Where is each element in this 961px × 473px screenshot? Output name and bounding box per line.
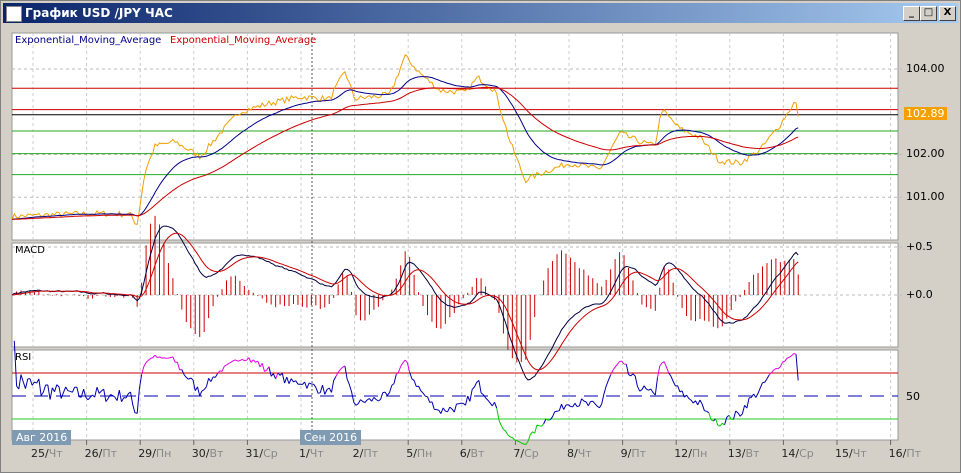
x-tick-label: 6/Вт — [459, 447, 485, 460]
price-tick-101: 101.00 — [906, 190, 945, 203]
x-tick-label: 26/Пт — [84, 447, 117, 460]
x-tick-label: 16/Пт — [888, 447, 921, 460]
x-tick-label: 29/Пн — [138, 447, 172, 460]
chart-canvas[interactable] — [0, 0, 961, 473]
x-tick-label: 15/Чт — [835, 447, 867, 460]
x-tick-label: 2/Пт — [352, 447, 378, 460]
x-tick-label: 14/Ср — [781, 447, 814, 460]
x-tick-label: 30/Вт — [191, 447, 224, 460]
rsi-panel — [11, 349, 899, 441]
legend-ema-fast: Exponential_Moving_Average — [15, 35, 162, 46]
price-tick-102: 102.00 — [906, 147, 945, 160]
last-price-label: 102.89 — [904, 107, 947, 120]
x-tick-label: 12/Пн — [674, 447, 708, 460]
price-tick-104: 104.00 — [906, 62, 945, 75]
x-tick-label: 25/Чт — [31, 447, 63, 460]
macd-tick-05: +0.5 — [906, 240, 933, 253]
macd-label: MACD — [15, 245, 45, 256]
month-label-aug: Авг 2016 — [12, 430, 72, 445]
x-tick-label: 13/Вт — [727, 447, 760, 460]
x-tick-label: 31/Ср — [245, 447, 278, 460]
x-tick-label: 7/Ср — [513, 447, 539, 460]
legend-ema-slow: Exponential_Moving_Average — [170, 35, 317, 46]
x-tick-label: 5/Пн — [406, 447, 433, 460]
month-label-sep: Сен 2016 — [300, 430, 362, 445]
x-tick-label: 8/Чт — [567, 447, 592, 460]
rsi-label: RSI — [15, 352, 32, 363]
rsi-tick-50: 50 — [906, 390, 920, 403]
x-tick-label: 9/Пт — [620, 447, 646, 460]
x-tick-label: 1/Чт — [299, 447, 324, 460]
macd-tick-0: +0.0 — [906, 288, 933, 301]
